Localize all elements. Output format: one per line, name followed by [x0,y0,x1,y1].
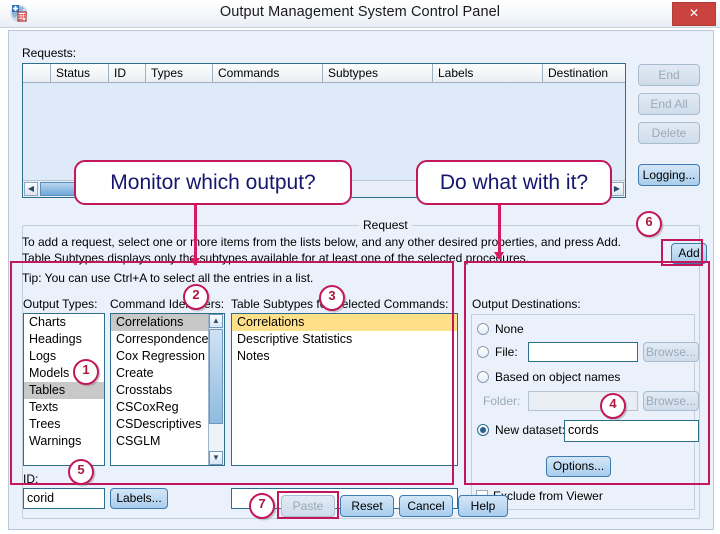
instruction-line-3: Tip: You can use Ctrl+A to select all th… [22,271,314,285]
scroll-left-icon[interactable]: ◀ [24,182,38,196]
command-identifiers-list[interactable]: Correlations Correspondence Cox Regressi… [110,313,225,466]
annotation-arrow-left [190,258,200,266]
col-header-id[interactable]: ID [109,64,146,83]
badge-6: 6 [636,211,662,237]
col-header-subtypes[interactable]: Subtypes [323,64,433,83]
table-subtypes-list[interactable]: Correlations Descriptive Statistics Note… [231,313,458,466]
add-button[interactable]: Add [671,243,707,264]
scroll-down-icon[interactable]: ▼ [209,451,223,465]
omc-control-panel-window: Output Management System Control Panel ✕… [0,0,720,534]
col-header-status[interactable]: Status [51,64,109,83]
list-item-tables[interactable]: Tables [24,382,104,399]
col-header-destination[interactable]: Destination [543,64,625,83]
reset-button[interactable]: Reset [340,495,394,517]
badge-5: 5 [68,459,94,485]
radio-based-on-object-names-label: Based on object names [495,370,621,384]
output-types-list[interactable]: Charts Headings Logs Models Tables Texts… [23,313,105,466]
col-header-blank[interactable] [23,64,51,83]
col-header-labels[interactable]: Labels [433,64,543,83]
list-item-texts[interactable]: Texts [24,399,104,416]
request-group-legend: Request [359,218,412,232]
badge-3: 3 [319,285,345,311]
radio-none[interactable] [477,323,489,335]
list-item-correlations[interactable]: Correlations [232,314,457,331]
id-label: ID: [23,472,39,486]
folder-label: Folder: [483,394,521,408]
instruction-line-2: Table Subtypes displays only the subtype… [22,251,529,265]
end-button[interactable]: End [638,64,700,86]
radio-based-on-object-names[interactable] [477,371,489,383]
delete-button[interactable]: Delete [638,122,700,144]
title-bar: Output Management System Control Panel ✕ [0,0,720,28]
paste-button[interactable]: Paste [281,495,335,517]
radio-none-label: None [495,322,524,336]
badge-1: 1 [73,359,99,385]
requests-label: Requests: [22,46,77,60]
radio-file-label: File: [495,345,518,359]
output-types-title: Output Types: [23,297,98,311]
badge-7: 7 [249,493,275,519]
badge-2: 2 [183,284,209,310]
dialog-body: Requests: Status ID Types Commands Subty… [8,30,714,530]
radio-file[interactable] [477,346,489,358]
id-input[interactable]: corid [23,488,105,509]
list-item-notes[interactable]: Notes [232,348,457,365]
list-item-charts[interactable]: Charts [24,314,104,331]
annotation-arrow-right [494,252,504,260]
callout-monitor-which-output: Monitor which output? [74,160,352,205]
scroll-right-icon[interactable]: ▶ [610,182,624,196]
badge-4: 4 [600,393,626,419]
scrollbar-thumb[interactable] [209,329,223,424]
scroll-up-icon[interactable]: ▲ [209,314,223,328]
close-icon[interactable]: ✕ [672,2,716,26]
col-header-commands[interactable]: Commands [213,64,323,83]
list-item-warnings[interactable]: Warnings [24,433,104,450]
labels-button[interactable]: Labels... [110,488,168,509]
end-all-button[interactable]: End All [638,93,700,115]
list-item-headings[interactable]: Headings [24,331,104,348]
annotation-line-left [194,205,197,265]
command-identifiers-scrollbar[interactable]: ▲ ▼ [208,314,224,465]
callout-do-what-with-it: Do what with it? [416,160,612,205]
radio-new-dataset[interactable] [477,424,489,436]
folder-browse-button[interactable]: Browse... [643,391,699,411]
col-header-types[interactable]: Types [146,64,213,83]
file-path-input[interactable] [528,342,638,362]
annotation-line-right [498,205,501,258]
help-button[interactable]: Help [458,495,508,517]
window-title: Output Management System Control Panel [219,4,501,20]
output-destinations-title: Output Destinations: [472,297,581,311]
options-button[interactable]: Options... [546,456,611,477]
radio-new-dataset-label: New dataset: [495,423,566,437]
cancel-button[interactable]: Cancel [399,495,453,517]
logging-button[interactable]: Logging... [638,164,700,186]
new-dataset-input[interactable]: cords [564,420,699,442]
table-header-row: Status ID Types Commands Subtypes Labels… [23,64,625,83]
file-browse-button[interactable]: Browse... [643,342,699,362]
list-item-descriptive-statistics[interactable]: Descriptive Statistics [232,331,457,348]
exclude-from-viewer-label: Exclude from Viewer [493,489,603,503]
instruction-line-1: To add a request, select one or more ite… [22,235,621,249]
list-item-trees[interactable]: Trees [24,416,104,433]
